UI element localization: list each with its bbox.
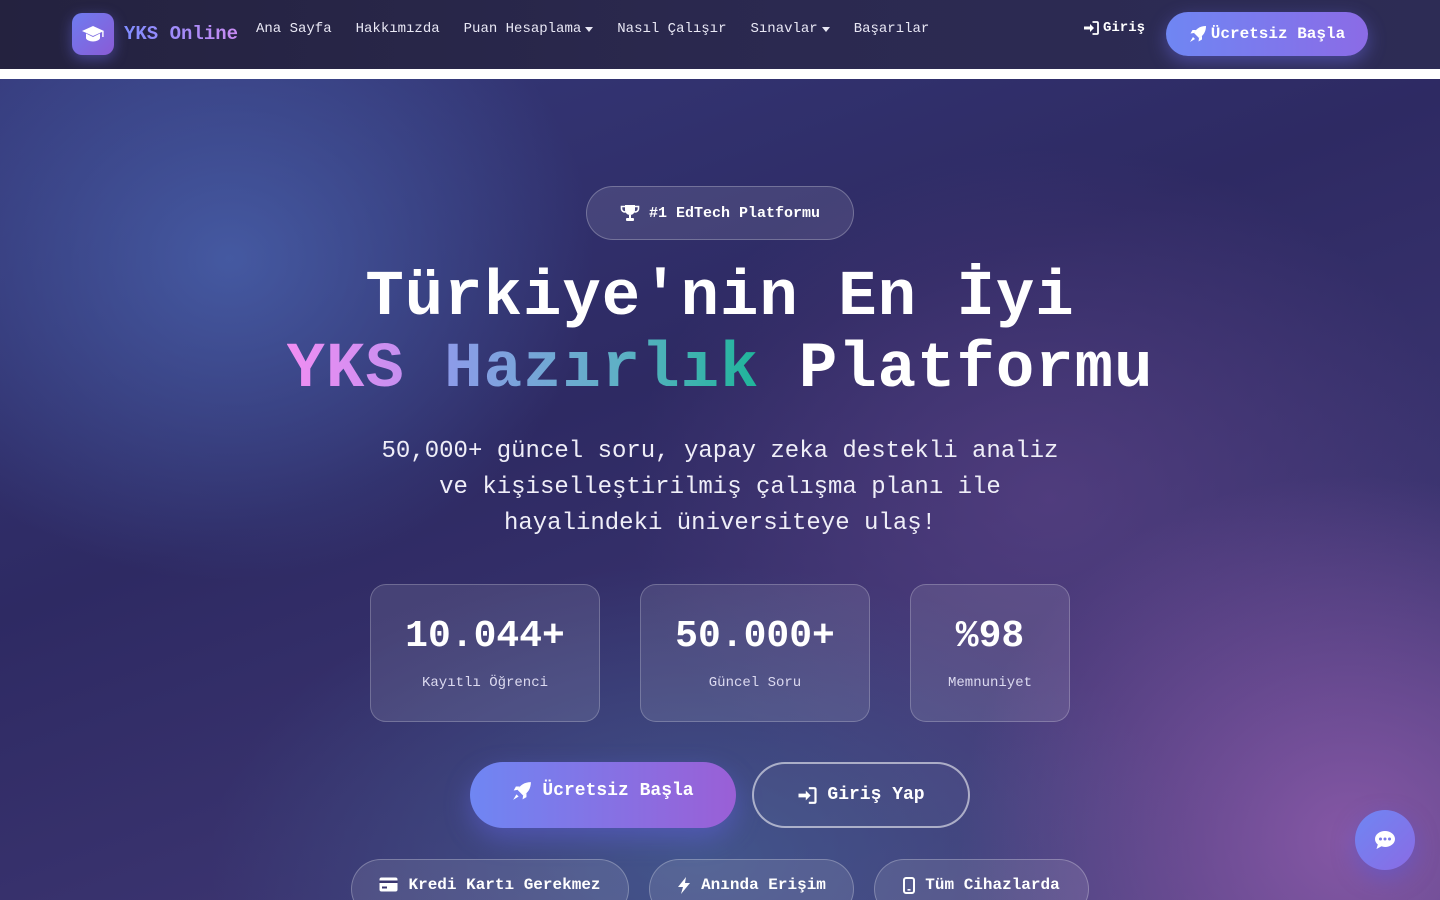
stat-label: Güncel Soru	[708, 675, 802, 691]
login-button-label: Giriş Yap	[827, 785, 925, 805]
sign-in-icon	[1084, 21, 1099, 35]
brand-logo	[72, 13, 114, 55]
mobile-icon	[903, 877, 916, 894]
caret-down-icon	[585, 26, 594, 32]
stat-value: %98	[955, 615, 1025, 658]
stat-label: Memnuniyet	[947, 675, 1032, 691]
nav-login-label: Giriş	[1103, 20, 1146, 36]
caret-down-icon	[821, 26, 830, 32]
nav-link-label: Hakkımızda	[355, 21, 440, 37]
hero-headline: Türkiye'nin En İyi YKS Hazırlık Platform…	[0, 262, 1440, 406]
nav-cta-button[interactable]: Ücretsiz Başla	[1166, 12, 1368, 56]
nav-link-label: Puan Hesaplama	[463, 21, 582, 37]
stat-card-questions: 50.000+ Güncel Soru	[640, 584, 870, 722]
stat-label: Kayıtlı Öğrenci	[421, 675, 549, 691]
nav-link-label: Başarılar	[853, 21, 930, 37]
nav-link-label: Ana Sayfa	[256, 21, 332, 37]
nav-link-puan-hesaplama[interactable]: Puan Hesaplama	[464, 21, 594, 37]
feature-pill-all-devices: Tüm Cihazlarda	[874, 859, 1089, 900]
rocket-icon	[513, 782, 532, 800]
nav-link-ana-sayfa[interactable]: Ana Sayfa	[256, 21, 332, 37]
hero-subtitle: 50,000+ güncel soru, yapay zeka destekli…	[381, 438, 1059, 537]
nav-link-nasil-calisir[interactable]: Nasıl Çalışır	[617, 21, 726, 37]
bolt-icon	[678, 877, 691, 894]
hero-badge-label: #1 EdTech Platformu	[648, 204, 821, 222]
nav-link-basarilar[interactable]: Başarılar	[854, 21, 930, 37]
nav-link-label: Sınavlar	[750, 21, 818, 37]
start-free-button[interactable]: Ücretsiz Başla	[470, 762, 736, 828]
sign-in-icon	[798, 786, 817, 804]
headline-accent-yks: YKS	[286, 334, 405, 406]
graduation-cap-icon	[82, 26, 104, 42]
nav-links: Ana Sayfa Hakkımızda Puan Hesaplama Nası…	[256, 21, 953, 37]
feature-label: Kredi Kartı Gerekmez	[408, 876, 601, 894]
headline-rest: Platformu	[798, 334, 1154, 406]
nav-cta-label: Ücretsiz Başla	[1210, 25, 1346, 43]
navbar: YKS Online Ana Sayfa Hakkımızda Puan Hes…	[0, 0, 1440, 69]
trophy-icon	[620, 205, 640, 221]
nav-link-label: Nasıl Çalışır	[617, 21, 727, 37]
headline-line-1: Türkiye'nin En İyi	[365, 262, 1075, 334]
brand[interactable]: YKS Online	[72, 13, 238, 55]
feature-pill-instant-access: Anında Erişim	[649, 859, 854, 900]
credit-card-icon	[379, 877, 398, 892]
login-button[interactable]: Giriş Yap	[752, 762, 970, 828]
stat-card-satisfaction: %98 Memnuniyet	[910, 584, 1070, 722]
feature-label: Tüm Cihazlarda	[925, 876, 1060, 894]
rocket-icon	[1189, 26, 1206, 42]
chat-bubble-icon	[1375, 831, 1395, 849]
chat-button[interactable]	[1355, 810, 1415, 870]
nav-login-link[interactable]: Giriş	[1083, 20, 1145, 36]
nav-divider	[0, 69, 1440, 79]
feature-label: Anında Erişim	[701, 876, 826, 894]
stat-value: 10.044+	[405, 615, 565, 658]
nav-link-hakkimizda[interactable]: Hakkımızda	[356, 21, 440, 37]
stat-card-students: 10.044+ Kayıtlı Öğrenci	[370, 584, 600, 722]
stat-value: 50.000+	[675, 615, 835, 658]
brand-name: YKS Online	[124, 23, 239, 45]
feature-pill-no-card: Kredi Kartı Gerekmez	[351, 859, 629, 900]
nav-link-sinavlar[interactable]: Sınavlar	[750, 21, 830, 37]
hero-badge: #1 EdTech Platformu	[586, 186, 854, 240]
headline-accent-hazirlik: Hazırlık	[444, 334, 760, 406]
start-free-label: Ücretsiz Başla	[542, 781, 694, 801]
